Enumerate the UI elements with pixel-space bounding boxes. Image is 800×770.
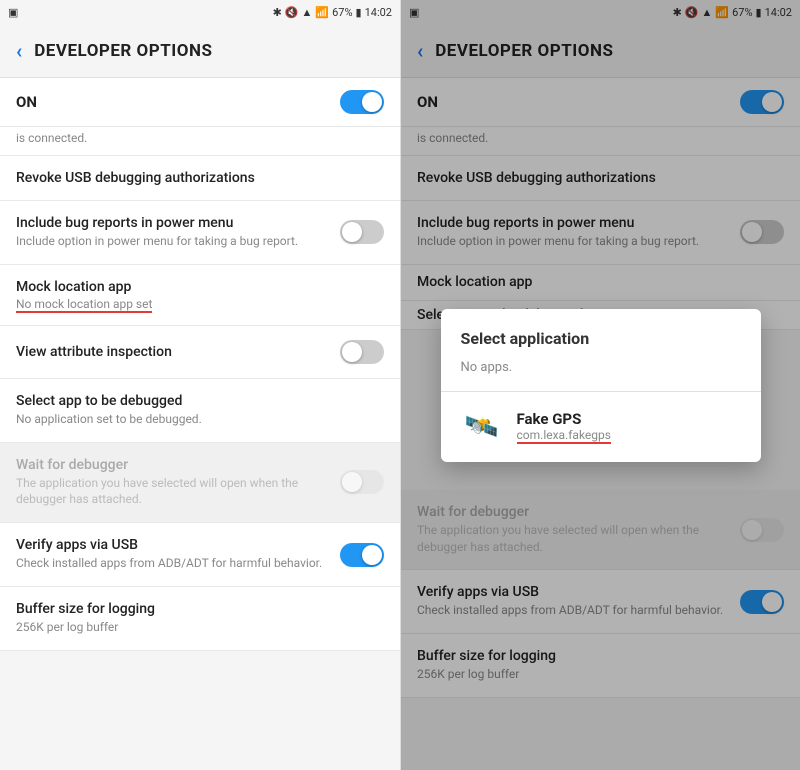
- header-left: ‹ DEVELOPER OPTIONS: [0, 24, 400, 78]
- on-row-left[interactable]: ON: [0, 78, 400, 127]
- on-toggle-left[interactable]: [340, 90, 384, 114]
- back-button-left[interactable]: ‹: [16, 39, 22, 63]
- notification-icon: ▣: [8, 6, 18, 19]
- left-panel: ▣ ✱ 🔇 ▲ 📶 67% ▮ 14:02 ‹ DEVELOPER OPTION…: [0, 0, 400, 770]
- revoke-usb-title: Revoke USB debugging authorizations: [16, 170, 384, 186]
- view-attr-title: View attribute inspection: [16, 344, 340, 360]
- modal-no-apps: No apps.: [441, 356, 761, 391]
- verify-apps-text: Verify apps via USB Check installed apps…: [16, 537, 340, 572]
- select-app-subtitle: No application set to be debugged.: [16, 411, 384, 428]
- bug-reports-title: Include bug reports in power menu: [16, 215, 340, 231]
- select-app-item[interactable]: Select app to be debugged No application…: [0, 379, 400, 443]
- revoke-usb-text: Revoke USB debugging authorizations: [16, 170, 384, 186]
- mock-location-item[interactable]: Mock location app No mock location app s…: [0, 265, 400, 326]
- buffer-size-title: Buffer size for logging: [16, 601, 384, 617]
- mock-location-title: Mock location app: [16, 279, 384, 295]
- buffer-size-item[interactable]: Buffer size for logging 256K per log buf…: [0, 587, 400, 651]
- verify-apps-toggle[interactable]: [340, 543, 384, 567]
- status-left: ▣: [8, 6, 18, 19]
- signal-icon: 📶: [315, 6, 329, 19]
- bug-reports-toggle[interactable]: [340, 220, 384, 244]
- mock-location-text: Mock location app No mock location app s…: [16, 279, 384, 311]
- fake-gps-name: Fake GPS: [517, 410, 611, 428]
- buffer-size-text: Buffer size for logging 256K per log buf…: [16, 601, 384, 636]
- select-app-title: Select app to be debugged: [16, 393, 384, 409]
- select-application-modal: Select application No apps. 🛰️ Fake GPS …: [441, 309, 761, 462]
- mock-location-value: No mock location app set: [16, 297, 384, 311]
- verify-apps-subtitle: Check installed apps from ADB/ADT for ha…: [16, 555, 340, 572]
- buffer-size-subtitle: 256K per log buffer: [16, 619, 384, 636]
- status-right: ✱ 🔇 ▲ 📶 67% ▮ 14:02: [273, 6, 392, 19]
- fake-gps-item[interactable]: 🛰️ Fake GPS com.lexa.fakegps: [441, 392, 761, 462]
- on-label-left: ON: [16, 93, 37, 111]
- battery-percent: 67%: [332, 6, 352, 19]
- bug-reports-item[interactable]: Include bug reports in power menu Includ…: [0, 201, 400, 265]
- wifi-icon: ▲: [302, 6, 313, 19]
- verify-apps-title: Verify apps via USB: [16, 537, 340, 553]
- verify-apps-item[interactable]: Verify apps via USB Check installed apps…: [0, 523, 400, 587]
- view-attr-toggle[interactable]: [340, 340, 384, 364]
- time: 14:02: [365, 6, 392, 19]
- battery-icon: ▮: [356, 6, 362, 19]
- bug-reports-text: Include bug reports in power menu Includ…: [16, 215, 340, 250]
- revoke-usb-item[interactable]: Revoke USB debugging authorizations: [0, 156, 400, 201]
- content-left: Revoke USB debugging authorizations Incl…: [0, 156, 400, 770]
- wait-debugger-subtitle: The application you have selected will o…: [16, 475, 340, 509]
- mute-icon: 🔇: [285, 6, 299, 19]
- bug-reports-subtitle: Include option in power menu for taking …: [16, 233, 340, 250]
- modal-title: Select application: [441, 309, 761, 356]
- fake-gps-icon: 🛰️: [461, 406, 503, 448]
- view-attr-text: View attribute inspection: [16, 344, 340, 360]
- bluetooth-icon: ✱: [273, 6, 282, 19]
- fake-gps-info: Fake GPS com.lexa.fakegps: [517, 410, 611, 444]
- connected-text-left: is connected.: [0, 127, 400, 156]
- fake-gps-package: com.lexa.fakegps: [517, 428, 611, 444]
- page-title-left: DEVELOPER OPTIONS: [34, 41, 212, 61]
- view-attr-item[interactable]: View attribute inspection: [0, 326, 400, 379]
- wait-debugger-item: Wait for debugger The application you ha…: [0, 443, 400, 524]
- modal-overlay[interactable]: Select application No apps. 🛰️ Fake GPS …: [401, 0, 800, 770]
- mock-location-underline: No mock location app set: [16, 297, 152, 313]
- wait-debugger-text: Wait for debugger The application you ha…: [16, 457, 340, 509]
- status-bar-left: ▣ ✱ 🔇 ▲ 📶 67% ▮ 14:02: [0, 0, 400, 24]
- right-panel: ▣ ✱ 🔇 ▲ 📶 67% ▮ 14:02 ‹ DEVELOPER OPTION…: [400, 0, 800, 770]
- select-app-text: Select app to be debugged No application…: [16, 393, 384, 428]
- wait-debugger-toggle: [340, 470, 384, 494]
- wait-debugger-title: Wait for debugger: [16, 457, 340, 473]
